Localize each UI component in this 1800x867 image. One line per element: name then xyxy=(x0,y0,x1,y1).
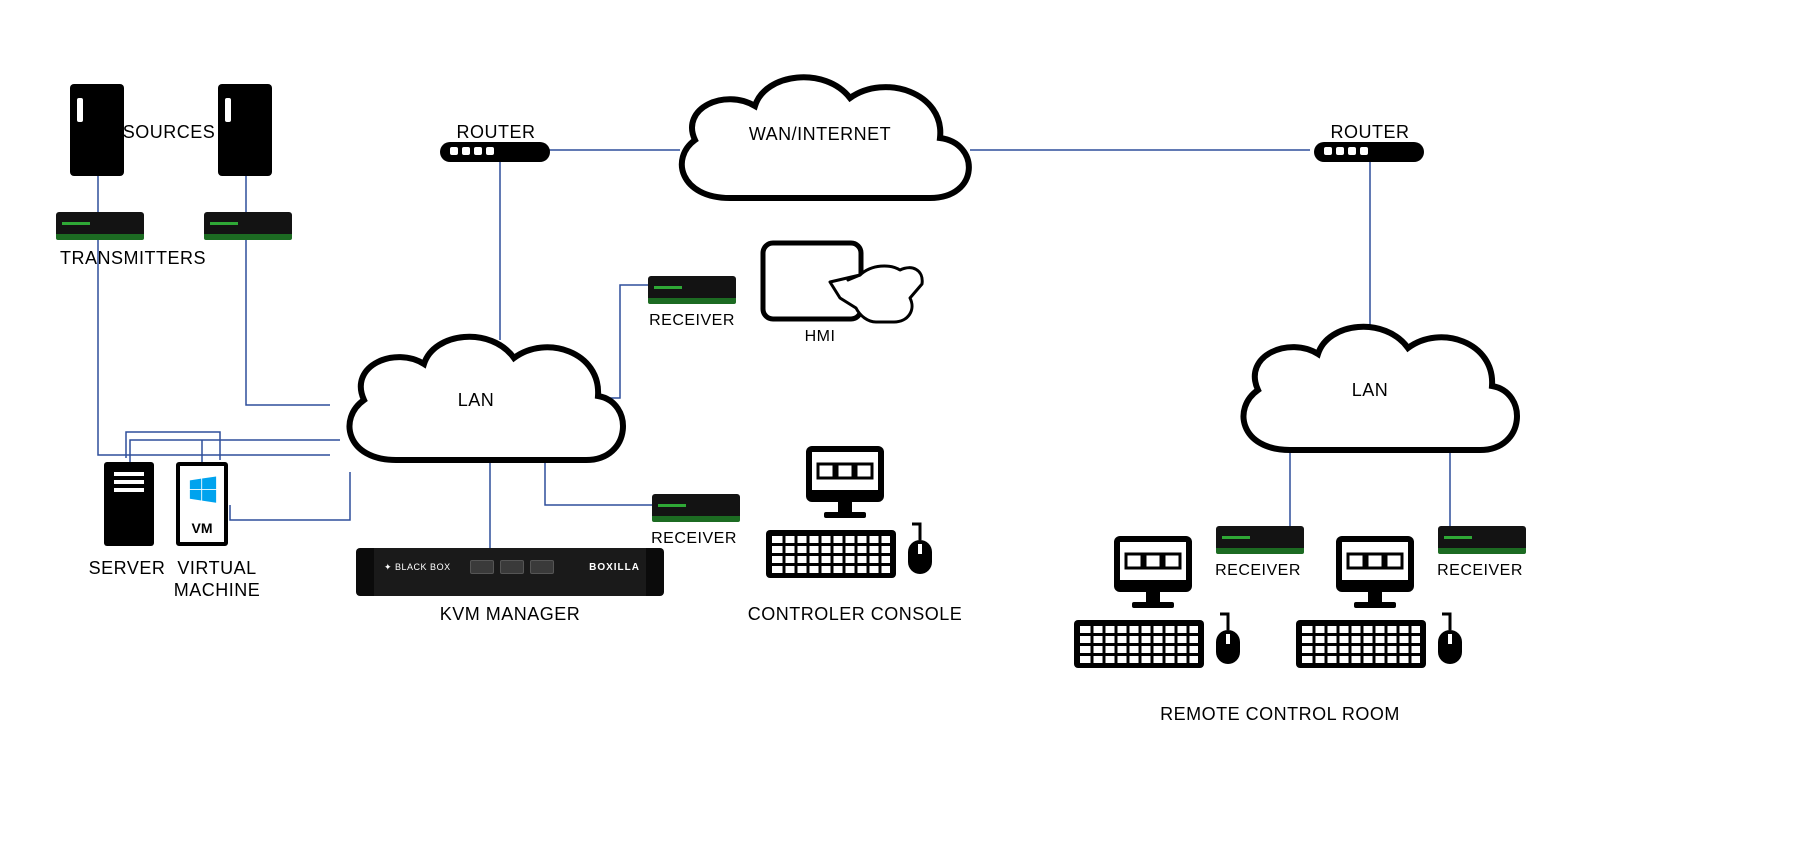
server-tower xyxy=(104,462,154,546)
transmitter-1 xyxy=(56,212,144,240)
virtual-machine-label: VIRTUAL MACHINE xyxy=(162,558,272,601)
workstation-1 xyxy=(1070,534,1250,694)
workstation-2 xyxy=(1292,534,1472,694)
rack-brand: BOXILLA xyxy=(589,562,640,573)
hmi-label: HMI xyxy=(790,328,850,346)
remote-control-room-label: REMOTE CONTROL ROOM xyxy=(1130,704,1430,725)
lan-right-label: LAN xyxy=(1210,380,1530,401)
kvm-manager: ✦ BLACK BOX BOXILLA xyxy=(370,548,650,596)
router-left xyxy=(440,142,550,162)
transmitters-label: TRANSMITTERS xyxy=(60,248,210,269)
network-diagram: SOURCES TRANSMITTERS ROUTER WAN/INTERNET… xyxy=(0,0,1800,867)
lan-right-cloud: LAN xyxy=(1210,300,1530,480)
router-right xyxy=(1314,142,1424,162)
lan-left-cloud: LAN xyxy=(316,310,636,490)
transmitter-2 xyxy=(204,212,292,240)
receiver-2-label: RECEIVER xyxy=(644,530,744,548)
kvm-manager-label: KVM MANAGER xyxy=(430,604,590,625)
wan-cloud: WAN/INTERNET xyxy=(640,48,1000,228)
virtual-machine: VM xyxy=(176,462,228,546)
rack-logo: ✦ BLACK BOX xyxy=(384,562,451,573)
vm-short-label: VM xyxy=(180,520,224,536)
controller-console-label: CONTROLER CONSOLE xyxy=(740,604,970,625)
router-left-label: ROUTER xyxy=(446,122,546,143)
receiver-2 xyxy=(652,494,740,522)
server-label: SERVER xyxy=(82,558,172,579)
controller-console xyxy=(762,444,942,604)
receiver-1-label: RECEIVER xyxy=(642,312,742,330)
windows-icon xyxy=(189,476,217,504)
wan-label: WAN/INTERNET xyxy=(640,124,1000,145)
sources-label: SOURCES xyxy=(114,122,224,143)
lan-left-label: LAN xyxy=(316,390,636,411)
receiver-1 xyxy=(648,276,736,304)
source-tower-2 xyxy=(218,84,272,176)
router-right-label: ROUTER xyxy=(1320,122,1420,143)
